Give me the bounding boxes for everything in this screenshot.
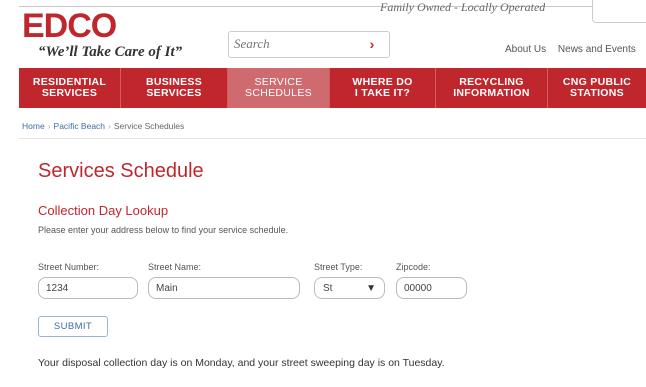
street-name-input[interactable]	[149, 278, 299, 298]
nav-cng-public-stations[interactable]: CNG PUBLIC STATIONS	[548, 68, 646, 108]
about-us-link[interactable]: About Us	[505, 44, 546, 55]
nav-service-schedules[interactable]: SERVICE SCHEDULES	[228, 68, 330, 108]
nav-recycling-information[interactable]: RECYCLING INFORMATION	[436, 68, 548, 108]
zipcode-input[interactable]	[397, 278, 466, 298]
nav-label-line2: INFORMATION	[453, 87, 530, 99]
breadcrumb: Home › Pacific Beach › Service Schedules	[22, 121, 184, 131]
street-name-field	[148, 277, 300, 299]
slogan: “We’ll Take Care of It”	[38, 44, 183, 60]
search-box: ›	[228, 31, 390, 58]
nav-label-line2: SERVICES	[41, 87, 98, 99]
nav-label-line2: SCHEDULES	[245, 87, 312, 99]
street-number-input[interactable]	[39, 278, 137, 298]
street-type-label: Street Type:	[314, 262, 363, 272]
page: EDCO Family Owned - Locally Operated “We…	[0, 0, 646, 387]
instructions-text: Please enter your address below to find …	[38, 225, 289, 235]
header-utility-box	[592, 0, 646, 23]
news-and-events-link[interactable]: News and Events	[558, 44, 636, 55]
top-links: About Us News and Events Pa	[505, 44, 646, 55]
page-title: Services Schedule	[38, 160, 204, 182]
zipcode-field	[396, 277, 467, 299]
street-name-label: Street Name:	[148, 262, 202, 272]
street-type-value: St	[323, 283, 333, 294]
breadcrumb-divider	[19, 138, 646, 139]
zipcode-label: Zipcode:	[396, 262, 431, 272]
breadcrumb-separator: ›	[108, 121, 111, 131]
edco-logo[interactable]: EDCO	[22, 12, 116, 40]
submit-button[interactable]: SUBMIT	[38, 316, 108, 337]
chevron-right-icon[interactable]: ›	[365, 36, 379, 52]
search-input[interactable]	[230, 33, 362, 54]
nav-label-line2: I TAKE IT?	[354, 87, 411, 99]
breadcrumb-current: Service Schedules	[113, 121, 185, 131]
nav-label-line2: STATIONS	[570, 87, 624, 99]
section-title: Collection Day Lookup	[38, 203, 169, 218]
street-type-select[interactable]: St ▼	[314, 277, 385, 299]
breadcrumb-separator: ›	[47, 121, 51, 131]
nav-business-services[interactable]: BUSINESS SERVICES	[121, 68, 228, 108]
top-divider	[19, 6, 646, 7]
main-nav: RESIDENTIAL SERVICES BUSINESS SERVICES SER…	[19, 68, 646, 108]
nav-residential-services[interactable]: RESIDENTIAL SERVICES	[19, 68, 121, 108]
breadcrumb-pacific-beach[interactable]: Pacific Beach	[54, 121, 106, 131]
breadcrumb-home[interactable]: Home	[22, 121, 45, 131]
street-number-field	[38, 277, 138, 299]
nav-where-do-i-take-it[interactable]: WHERE DO I TAKE IT?	[330, 68, 436, 108]
schedule-result-text: Your disposal collection day is on Monda…	[38, 357, 445, 369]
tagline-top: Family Owned - Locally Operated	[380, 0, 546, 14]
triangle-down-icon[interactable]: ▼	[366, 283, 376, 294]
nav-label-line2: SERVICES	[146, 87, 202, 99]
street-number-label: Street Number:	[38, 262, 100, 272]
